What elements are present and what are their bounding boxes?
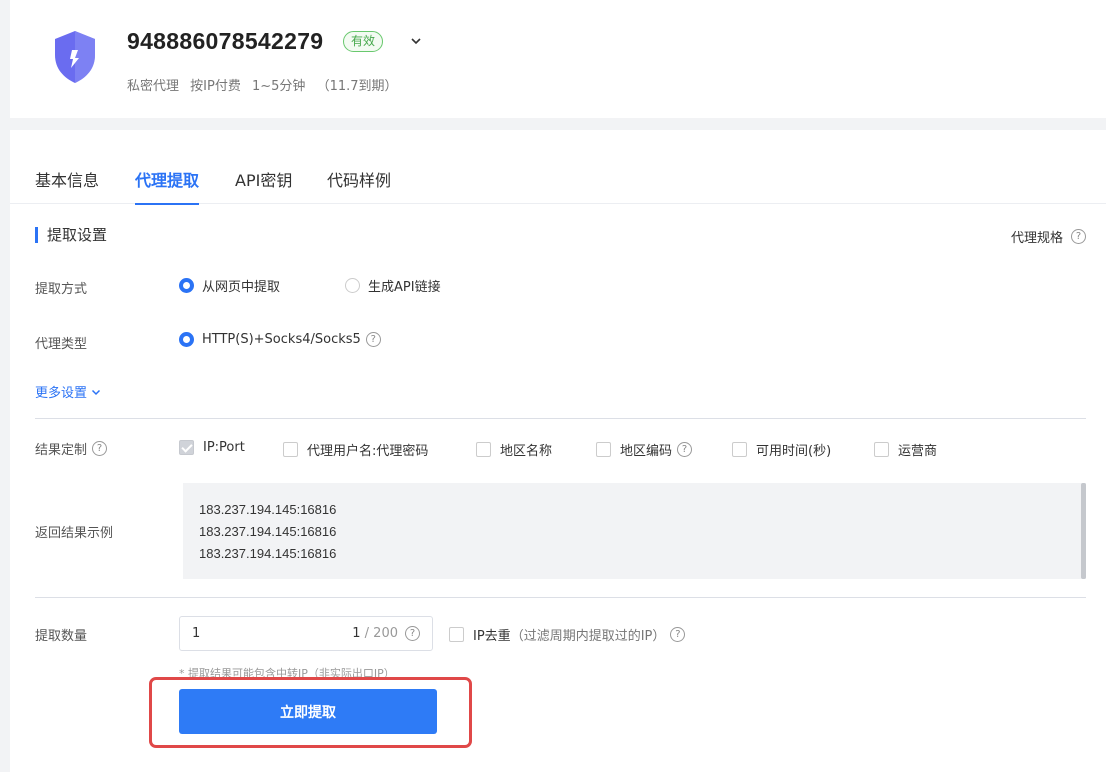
quantity-value: 1: [192, 626, 201, 641]
checkbox[interactable]: [283, 442, 298, 457]
divider: [35, 597, 1086, 598]
help-icon[interactable]: ?: [92, 441, 108, 456]
chevron-down-icon: [91, 389, 101, 395]
checkbox-credentials[interactable]: 代理用户名:代理密码: [283, 440, 428, 459]
extract-method-label: 提取方式: [35, 282, 88, 297]
sample-line: 183.237.194.145:16816: [199, 502, 337, 517]
result-custom-text: 结果定制: [35, 443, 88, 458]
quantity-count: 1: [352, 626, 361, 641]
quantity-input[interactable]: 1 1 / 200 ?: [179, 616, 433, 651]
checkbox-region-name[interactable]: 地区名称: [476, 440, 552, 459]
tab-proxy-extract[interactable]: 代理提取: [135, 168, 200, 205]
main-panel: 基本信息 代理提取 API密钥 代码样例 提取设置 代理规格 ? 提取方式 从网…: [10, 130, 1106, 772]
product-id: 948886078542279: [127, 28, 324, 54]
checkbox-label: 地区编码: [620, 444, 673, 459]
checkbox-label: 可用时间(秒): [756, 444, 832, 459]
proxy-spec-link[interactable]: 代理规格 ?: [1011, 227, 1086, 246]
tab-basic-info[interactable]: 基本信息: [35, 168, 99, 204]
help-icon[interactable]: ?: [670, 627, 686, 642]
checkbox-ip-port[interactable]: IP:Port: [179, 440, 245, 455]
extract-now-button[interactable]: 立即提取: [179, 689, 437, 734]
radio-label: 生成API链接: [368, 280, 441, 295]
radio-button[interactable]: [345, 278, 360, 293]
radio-button-selected[interactable]: [179, 278, 194, 293]
status-badge: 有效: [343, 31, 384, 52]
product-subtitle: 私密代理 按IP付费 1~5分钟 （11.7到期）: [127, 75, 405, 94]
sample-label: 返回结果示例: [35, 526, 114, 541]
divider: [35, 418, 1086, 419]
subtitle-type: 私密代理: [127, 79, 180, 94]
more-settings-label: 更多设置: [35, 386, 88, 401]
product-header-card: 948886078542279 有效 私密代理 按IP付费 1~5分钟 （11.…: [10, 0, 1106, 118]
subtitle-duration: 1~5分钟: [251, 79, 306, 94]
checkbox-isp[interactable]: 运营商: [874, 440, 937, 459]
checkbox[interactable]: [449, 627, 464, 642]
checkbox[interactable]: [732, 442, 747, 457]
help-icon[interactable]: ?: [405, 626, 420, 641]
checkbox-label: 代理用户名:代理密码: [307, 444, 429, 459]
radio-web-extract[interactable]: 从网页中提取: [179, 276, 280, 295]
tab-code-sample[interactable]: 代码样例: [327, 168, 391, 204]
radio-api-link[interactable]: 生成API链接: [345, 276, 441, 295]
quantity-counter: 1 / 200: [352, 626, 398, 641]
radio-label: 从网页中提取: [202, 280, 281, 295]
checkbox-available-time[interactable]: 可用时间(秒): [732, 440, 831, 459]
sample-line: 183.237.194.145:16816: [199, 546, 337, 561]
checkbox-label: 运营商: [898, 444, 938, 459]
sample-line: 183.237.194.145:16816: [199, 524, 337, 539]
checkbox[interactable]: [874, 442, 889, 457]
chevron-down-icon[interactable]: [408, 33, 424, 49]
checkbox[interactable]: [596, 442, 611, 457]
quantity-max: 200: [373, 626, 398, 641]
tab-bar: 基本信息 代理提取 API密钥 代码样例: [10, 168, 1106, 205]
result-custom-label: 结果定制 ?: [35, 439, 108, 458]
checkbox-ip-dedupe[interactable]: IP去重 （过滤周期内提取过的IP） ?: [449, 625, 686, 644]
shield-lock-icon: [55, 31, 95, 83]
checkbox[interactable]: [476, 442, 491, 457]
dedupe-note: （过滤周期内提取过的IP）: [510, 629, 666, 644]
sample-output-box: 183.237.194.145:16816 183.237.194.145:16…: [183, 483, 1086, 579]
more-settings-toggle[interactable]: 更多设置: [35, 382, 102, 401]
proxy-spec-label: 代理规格: [1010, 231, 1063, 246]
checkbox-region-code[interactable]: 地区编码 ?: [596, 440, 693, 459]
scrollbar[interactable]: [1081, 483, 1086, 579]
proxy-type-label: 代理类型: [35, 337, 88, 352]
checkbox-label: IP:Port: [203, 440, 245, 455]
section-title: 提取设置: [35, 227, 107, 243]
checkbox-label: 地区名称: [500, 444, 553, 459]
tab-api-key[interactable]: API密钥: [235, 168, 292, 204]
checkbox-checked[interactable]: [179, 440, 194, 455]
subtitle-expiry: （11.7到期）: [316, 79, 398, 94]
radio-button-selected[interactable]: [179, 332, 194, 347]
help-icon[interactable]: ?: [1071, 229, 1086, 244]
radio-label: HTTP(S)+Socks4/Socks5: [202, 332, 361, 347]
quantity-label: 提取数量: [35, 629, 88, 644]
extract-hint: * 提取结果可能包含中转IP（非实际出口IP）: [179, 667, 395, 680]
subtitle-billing: 按IP付费: [190, 79, 241, 94]
help-icon[interactable]: ?: [677, 442, 693, 457]
help-icon[interactable]: ?: [365, 332, 381, 347]
dedupe-label: IP去重: [473, 629, 511, 644]
radio-proxy-type[interactable]: HTTP(S)+Socks4/Socks5 ?: [179, 332, 381, 347]
